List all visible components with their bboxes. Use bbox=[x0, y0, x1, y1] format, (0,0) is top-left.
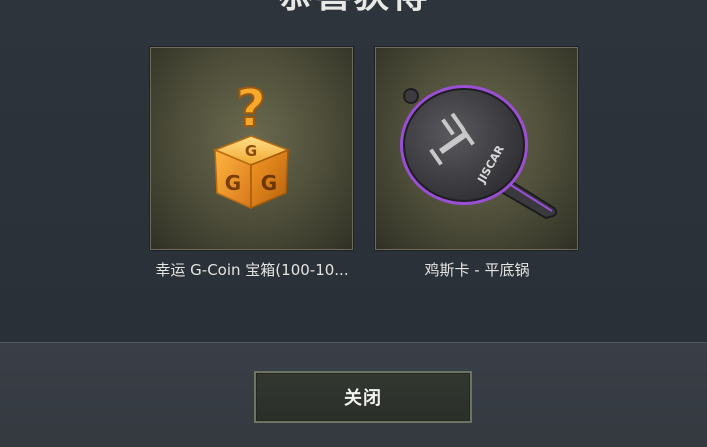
page-title: 恭喜获得 bbox=[0, 0, 707, 14]
mystery-crate-icon: ? G G G bbox=[212, 78, 291, 210]
frying-pan-icon: JISCAR bbox=[400, 85, 558, 220]
question-mark: ? bbox=[236, 79, 266, 139]
reward-panel: 恭喜获得 ? G G G bbox=[0, 0, 707, 342]
close-button[interactable]: 关闭 bbox=[254, 371, 472, 423]
crate-letter-left: G bbox=[225, 171, 241, 195]
reward-card-crate[interactable]: ? G G G bbox=[150, 47, 353, 250]
crate-letter-top: G bbox=[245, 142, 257, 160]
reward-name-1: 幸运 G-Coin 宝箱(100-10... bbox=[155, 261, 349, 279]
reward-name-2: 鸡斯卡 - 平底锅 bbox=[424, 261, 530, 279]
crate-letter-right: G bbox=[261, 171, 277, 195]
reward-card-pan[interactable]: JISCAR bbox=[375, 47, 578, 250]
